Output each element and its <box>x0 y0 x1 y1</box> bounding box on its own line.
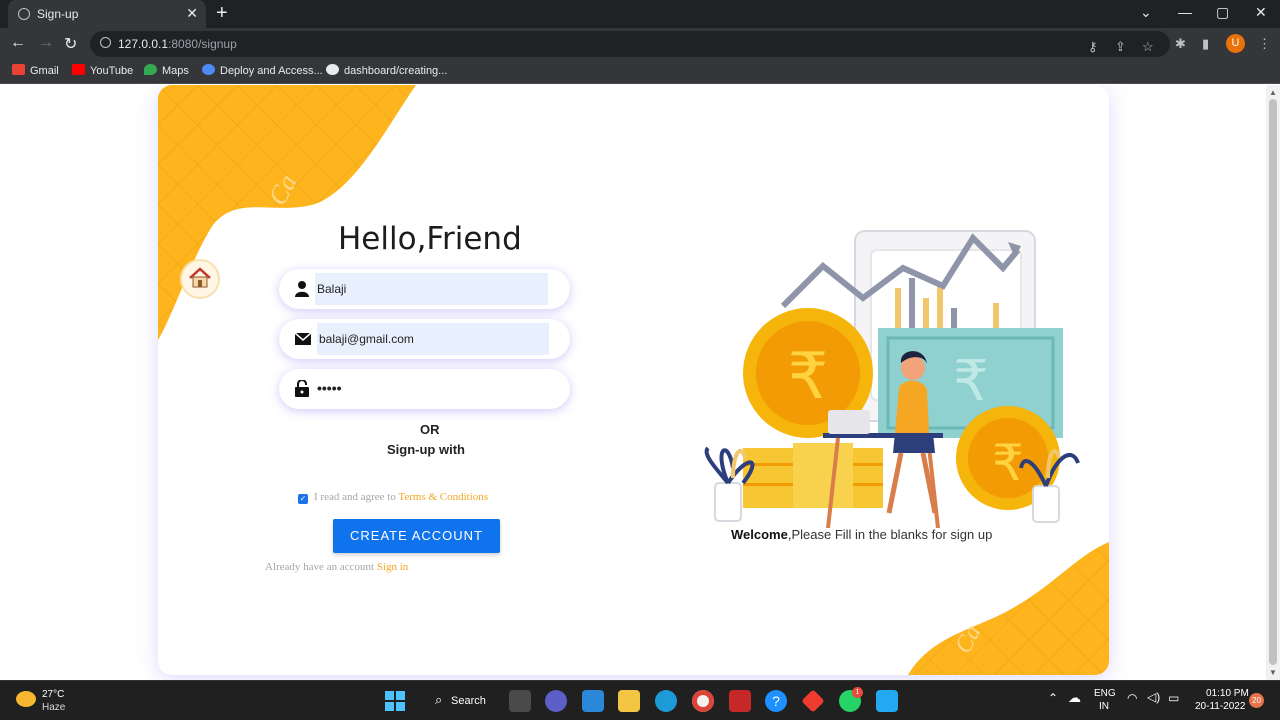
help-icon[interactable]: ? <box>765 690 787 712</box>
menu-icon[interactable]: ⋮ <box>1258 36 1271 52</box>
home-button[interactable] <box>182 261 218 297</box>
chevron-up-icon[interactable]: ⌃ <box>1048 691 1058 705</box>
youtube-icon <box>72 64 85 75</box>
welcome-bold: Welcome <box>731 527 788 542</box>
file-explorer-icon[interactable] <box>618 690 640 712</box>
mcafee-icon[interactable] <box>729 690 751 712</box>
mail-icon <box>295 333 311 345</box>
password-field[interactable]: ••••• <box>279 369 570 409</box>
svg-text:₹: ₹ <box>953 349 989 414</box>
gmail-icon <box>12 64 25 75</box>
share-icon[interactable]: ⇪ <box>1115 39 1126 55</box>
bookmark-gmail[interactable]: Gmail <box>12 64 59 77</box>
tab-search-icon[interactable]: ⌄ <box>1140 4 1152 21</box>
minimize-button[interactable]: — <box>1178 4 1192 20</box>
search-label: Search <box>451 695 486 707</box>
extensions-icon[interactable]: ✱ <box>1175 36 1186 52</box>
weather-condition: Haze <box>42 702 66 713</box>
welcome-caption: Welcome,Please Fill in the blanks for si… <box>731 527 992 542</box>
scroll-down-arrow[interactable]: ▼ <box>1269 668 1277 677</box>
notification-badge[interactable]: 20 <box>1249 693 1264 708</box>
language-en[interactable]: ENG <box>1094 688 1116 699</box>
signup-with-label: Sign-up with <box>387 442 465 457</box>
maps-icon <box>144 64 157 75</box>
task-view-icon[interactable] <box>509 690 531 712</box>
have-account-text: Already have an account <box>265 561 377 573</box>
side-panel-icon[interactable]: ▮ <box>1202 36 1209 52</box>
page-heading: Hello,Friend <box>338 221 522 257</box>
bookmarks-bar: Gmail YouTube Maps Deploy and Access... … <box>0 60 1280 84</box>
key-icon[interactable]: ⚷ <box>1088 39 1098 55</box>
chrome-icon[interactable] <box>692 690 714 712</box>
close-window-button[interactable]: ✕ <box>1255 4 1267 21</box>
language-region[interactable]: IN <box>1099 701 1109 712</box>
clock-time[interactable]: 01:10 PM <box>1206 688 1249 699</box>
email-field[interactable]: balaji@gmail.com <box>279 319 570 359</box>
scroll-thumb[interactable] <box>1269 99 1277 665</box>
lock-icon <box>295 380 309 397</box>
terms-text: I read and agree to <box>314 491 399 503</box>
bookmark-star-icon[interactable]: ☆ <box>1142 39 1154 55</box>
terms-link[interactable]: Terms & Conditions <box>398 491 488 503</box>
haze-icon <box>16 691 36 707</box>
github-icon <box>326 64 339 75</box>
taskbar-search[interactable]: ⌕ Search <box>425 689 497 713</box>
address-bar[interactable]: 127.0.0.1:8080/signup ⚷ ⇪ ☆ <box>90 31 1170 57</box>
or-divider: OR <box>420 422 440 437</box>
name-field[interactable]: Balaji <box>279 269 570 309</box>
tab-signup[interactable]: Sign-up ✕ <box>8 0 206 28</box>
vscode-icon[interactable] <box>876 690 898 712</box>
clock-date[interactable]: 20-11-2022 <box>1195 701 1245 712</box>
url-text: 127.0.0.1:8080/signup <box>118 37 237 51</box>
page-viewport: Ca Ca Hello,Friend Balaji balaji@gmail.c… <box>0 85 1280 680</box>
maximize-button[interactable]: ▢ <box>1216 4 1229 21</box>
bookmark-youtube[interactable]: YouTube <box>72 64 133 77</box>
globe-icon <box>18 8 30 20</box>
site-info-icon[interactable] <box>100 37 111 48</box>
home-icon <box>189 267 211 288</box>
reload-button[interactable]: ↻ <box>64 34 77 54</box>
svg-text:₹: ₹ <box>992 434 1024 492</box>
password-input[interactable]: ••••• <box>315 373 344 405</box>
volume-icon[interactable]: ◁) <box>1147 690 1160 704</box>
tab-title: Sign-up <box>37 7 79 21</box>
edge-icon[interactable] <box>655 690 677 712</box>
welcome-text: ,Please Fill in the blanks for sign up <box>787 527 993 542</box>
git-icon[interactable] <box>801 689 825 713</box>
terms-row: ✓ I read and agree to Terms & Conditions <box>298 491 488 504</box>
terms-checkbox[interactable]: ✓ <box>298 494 308 504</box>
wifi-icon[interactable]: ◠ <box>1127 691 1137 705</box>
profile-avatar[interactable]: U <box>1226 34 1245 53</box>
browser-tabbar: Sign-up ✕ + ⌄ — ▢ ✕ <box>0 0 1280 28</box>
bookmark-deploy[interactable]: Deploy and Access... <box>202 64 323 77</box>
battery-icon[interactable]: ▭ <box>1168 691 1179 705</box>
create-account-button[interactable]: CREATE ACCOUNT <box>333 519 500 553</box>
deploy-icon <box>202 64 215 75</box>
signin-row: Already have an account Sign in <box>265 561 408 573</box>
windows-taskbar: 27°C Haze ⌕ Search ? 1 ⌃ ☁ ENG IN ◠ ◁) ▭… <box>0 680 1280 720</box>
new-tab-button[interactable]: + <box>216 3 228 23</box>
back-button[interactable]: ← <box>10 34 26 52</box>
whatsapp-badge: 1 <box>852 687 863 698</box>
temperature: 27°C <box>42 689 65 700</box>
signin-link[interactable]: Sign in <box>377 561 408 573</box>
browser-toolbar: ← → ↻ 127.0.0.1:8080/signup ⚷ ⇪ ☆ ✱ ▮ U … <box>0 28 1280 60</box>
name-input[interactable]: Balaji <box>315 273 548 305</box>
signup-card: Ca Ca Hello,Friend Balaji balaji@gmail.c… <box>158 85 1109 675</box>
search-icon: ⌕ <box>435 692 443 707</box>
bookmark-maps[interactable]: Maps <box>144 64 189 77</box>
svg-text:₹: ₹ <box>788 340 829 414</box>
forward-button[interactable]: → <box>38 34 54 52</box>
email-input[interactable]: balaji@gmail.com <box>317 323 549 355</box>
microsoft-store-icon[interactable] <box>582 690 604 712</box>
finance-illustration: ₹ ₹ ₹ <box>704 230 1080 528</box>
scroll-up-arrow[interactable]: ▲ <box>1269 88 1277 97</box>
teams-chat-icon[interactable] <box>545 690 567 712</box>
page-scrollbar[interactable]: ▲ ▼ <box>1266 85 1280 680</box>
close-tab-icon[interactable]: ✕ <box>186 5 198 22</box>
bookmark-dashboard[interactable]: dashboard/creating... <box>326 64 447 77</box>
user-icon <box>295 281 309 297</box>
onedrive-icon[interactable]: ☁ <box>1068 690 1081 706</box>
windows-start-icon[interactable] <box>384 690 406 712</box>
